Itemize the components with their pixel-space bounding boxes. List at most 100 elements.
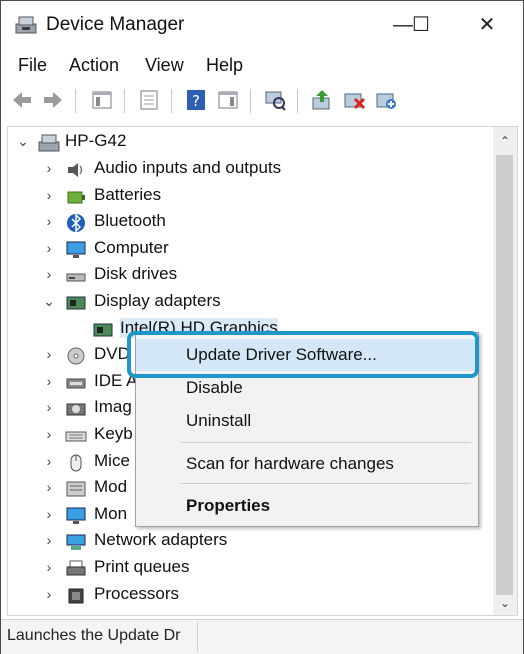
tree-item-label: Network adapters xyxy=(94,530,228,550)
computer-root-icon xyxy=(38,134,60,152)
dvd-icon xyxy=(67,347,85,365)
window-title: Device Manager xyxy=(46,14,185,35)
scroll-up-arrow-icon[interactable]: ⌃ xyxy=(497,133,513,149)
tree-item-label: Batteries xyxy=(94,184,162,204)
context-menu-properties[interactable]: Properties xyxy=(136,490,478,522)
chevron-right-icon[interactable]: › xyxy=(42,160,56,176)
battery-icon xyxy=(67,191,85,204)
display-adapter-icon xyxy=(93,323,113,337)
chevron-right-icon[interactable]: › xyxy=(42,559,56,575)
chevron-right-icon[interactable]: › xyxy=(42,213,56,229)
close-button[interactable]: ✕ xyxy=(467,11,507,39)
monitor-icon xyxy=(66,507,86,524)
monitor-icon xyxy=(66,241,86,258)
tree-item-label: Print queues xyxy=(94,557,190,576)
context-menu-uninstall[interactable]: Uninstall xyxy=(136,405,478,437)
status-bar-divider xyxy=(197,622,198,652)
tree-category-item[interactable]: ⌄ Display adapters xyxy=(8,290,494,316)
chevron-right-icon[interactable]: › xyxy=(42,346,56,362)
chevron-right-icon[interactable]: › xyxy=(42,373,56,389)
properties-icon[interactable] xyxy=(137,88,161,112)
context-menu-scan-hardware-label: Scan for hardware changes xyxy=(186,454,394,473)
status-bar: Launches the Update Dr xyxy=(1,619,523,654)
menu-bar: File Action View Help xyxy=(1,51,523,81)
back-arrow-icon[interactable] xyxy=(10,88,34,112)
toolbar: ? xyxy=(1,85,523,117)
add-legacy-hardware-icon[interactable] xyxy=(374,88,398,112)
tree-item-label: Mod xyxy=(94,477,128,497)
network-adapter-icon xyxy=(66,534,86,551)
chevron-right-icon[interactable]: › xyxy=(42,586,56,602)
forward-arrow-icon[interactable] xyxy=(41,88,65,112)
tree-category-item[interactable]: › Computer xyxy=(8,237,494,263)
toolbar-separator xyxy=(124,89,125,113)
menu-action[interactable]: Action xyxy=(69,55,119,76)
keyboard-icon xyxy=(65,431,87,442)
chevron-right-icon[interactable]: › xyxy=(42,506,56,522)
toolbar-separator xyxy=(171,89,172,113)
toolbar-separator xyxy=(250,89,251,113)
maximize-button[interactable]: ☐ xyxy=(401,11,441,39)
tree-category-item[interactable]: › Network adapters xyxy=(8,529,494,555)
tree-item-label: Keyb xyxy=(94,424,133,443)
show-hide-console-tree-icon[interactable] xyxy=(90,88,114,112)
toolbar-separator xyxy=(297,89,298,113)
printer-icon xyxy=(66,560,86,576)
menu-view[interactable]: View xyxy=(145,55,184,76)
context-menu-scan-hardware[interactable]: Scan for hardware changes xyxy=(136,448,478,480)
tree-category-item[interactable]: › Bluetooth xyxy=(8,210,494,236)
scan-hardware-icon[interactable] xyxy=(263,88,287,112)
action-pane-icon[interactable] xyxy=(216,88,240,112)
speaker-icon xyxy=(68,163,83,177)
tree-item-label: Processors xyxy=(94,583,180,603)
tree-item-label: Mon xyxy=(94,503,128,523)
tree-category-item[interactable]: › Batteries xyxy=(8,184,494,210)
scrollbar-thumb[interactable] xyxy=(496,155,513,595)
uninstall-device-icon[interactable] xyxy=(342,88,366,112)
chevron-down-icon[interactable]: ⌄ xyxy=(42,293,56,310)
tree-category-item[interactable]: › Disk drives xyxy=(8,263,494,289)
context-menu-separator xyxy=(181,483,471,484)
menu-help[interactable]: Help xyxy=(206,55,243,76)
chevron-right-icon[interactable]: › xyxy=(42,266,56,282)
mouse-icon xyxy=(70,454,82,472)
help-icon[interactable]: ? xyxy=(184,88,208,112)
title-bar: Device Manager — ☐ ✕ xyxy=(1,1,523,49)
context-menu-separator xyxy=(181,442,471,443)
chevron-right-icon[interactable]: › xyxy=(42,479,56,495)
chevron-right-icon[interactable]: › xyxy=(42,532,56,548)
tree-category-item[interactable]: › Audio inputs and outputs xyxy=(8,157,494,183)
tree-category-item[interactable]: › Processors xyxy=(8,583,494,609)
tree-item-label: Display adapters xyxy=(94,291,221,310)
chevron-right-icon[interactable]: › xyxy=(42,399,56,415)
chevron-right-icon[interactable]: › xyxy=(42,187,56,203)
tree-item-label: DVD xyxy=(94,344,130,364)
display-adapter-icon xyxy=(66,296,86,310)
scroll-down-arrow-icon[interactable]: ⌄ xyxy=(497,595,513,611)
chevron-down-icon[interactable]: ⌄ xyxy=(16,133,30,150)
tree-root-label: HP-G42 xyxy=(65,131,127,150)
tree-item-label: Mice xyxy=(94,450,130,470)
chevron-right-icon[interactable]: › xyxy=(42,426,56,442)
tree-root[interactable]: ⌄ HP-G42 xyxy=(8,130,494,156)
modem-icon xyxy=(66,481,86,497)
ide-controller-icon xyxy=(66,378,86,389)
device-manager-window: Device Manager — ☐ ✕ File Action View He… xyxy=(0,0,524,654)
device-manager-app-icon xyxy=(15,16,37,34)
vertical-scrollbar[interactable]: ⌃ ⌄ xyxy=(493,126,518,616)
status-bar-text: Launches the Update Dr xyxy=(7,627,181,644)
imaging-device-icon xyxy=(66,403,86,416)
context-menu-properties-label: Properties xyxy=(186,496,271,515)
menu-file[interactable]: File xyxy=(18,55,47,76)
update-driver-icon[interactable] xyxy=(310,88,334,112)
toolbar-separator xyxy=(75,89,76,113)
tree-item-label: Bluetooth xyxy=(94,211,166,231)
chevron-right-icon[interactable]: › xyxy=(42,453,56,469)
tree-category-item[interactable]: › Print queues xyxy=(8,556,494,582)
highlight-callout-box xyxy=(127,331,479,378)
chevron-right-icon[interactable]: › xyxy=(42,240,56,256)
tree-item-label: Audio inputs and outputs xyxy=(94,158,282,177)
svg-text:?: ? xyxy=(192,92,200,110)
tree-item-label: Computer xyxy=(94,237,169,257)
tree-item-label: Imag xyxy=(94,397,132,417)
